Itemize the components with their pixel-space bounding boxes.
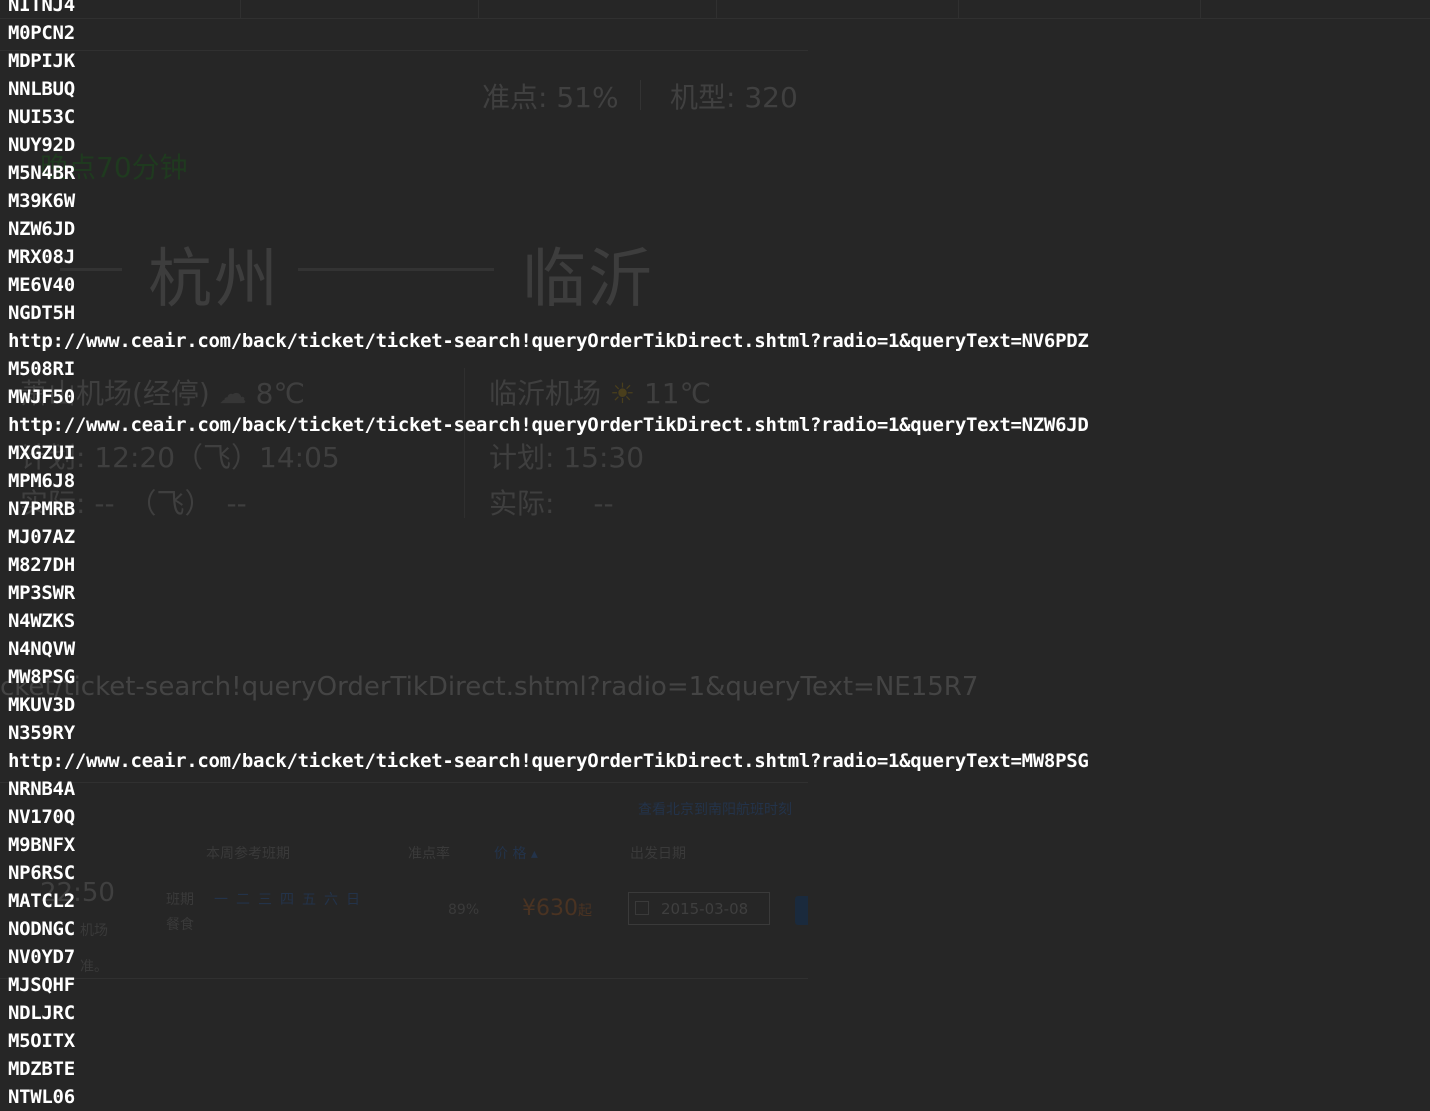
log-code-line: NUI53C: [8, 106, 75, 128]
log-code-line: MJSQHF: [8, 974, 75, 996]
log-code-line: MJ07AZ: [8, 526, 75, 548]
log-code-line: NRNB4A: [8, 778, 75, 800]
log-code-line: NV170Q: [8, 806, 75, 828]
log-code-line: NDLJRC: [8, 1002, 75, 1024]
log-code-line: MWJF50: [8, 386, 75, 408]
log-code-line: MKUV3D: [8, 694, 75, 716]
log-code-line: NODNGC: [8, 918, 75, 940]
log-code-line: NZW6JD: [8, 218, 75, 240]
log-url-line: http://www.ceair.com/back/ticket/ticket-…: [8, 750, 1089, 772]
log-code-line: M0PCN2: [8, 22, 75, 44]
log-code-line: M9BNFX: [8, 834, 75, 856]
log-code-line: MPM6J8: [8, 470, 75, 492]
log-code-line: MRX08J: [8, 246, 75, 268]
log-code-line: NV0YD7: [8, 946, 75, 968]
log-url-line: http://www.ceair.com/back/ticket/ticket-…: [8, 414, 1089, 436]
log-code-line: NGDT5H: [8, 302, 75, 324]
log-code-line: M5OITX: [8, 1030, 75, 1052]
log-code-line: MXGZUI: [8, 442, 75, 464]
log-code-line: NUY92D: [8, 134, 75, 156]
log-code-line: N4WZKS: [8, 610, 75, 632]
log-code-line: ME6V40: [8, 274, 75, 296]
log-code-line: N359RY: [8, 722, 75, 744]
log-url-line: http://www.ceair.com/back/ticket/ticket-…: [8, 330, 1089, 352]
log-code-line: M39K6W: [8, 190, 75, 212]
log-code-line: MP3SWR: [8, 582, 75, 604]
log-code-line: M508RI: [8, 358, 75, 380]
log-output-overlay: NITNJ4 M0PCN2 MDPIJK NNLBUQ NUI53C NUY92D M5N4…: [0, 0, 1430, 1108]
log-code-line: NP6RSC: [8, 862, 75, 884]
log-code-line: MDZBTE: [8, 1058, 75, 1080]
log-code-line: MW8PSG: [8, 666, 75, 688]
log-code-line: NITNJ4: [8, 0, 75, 16]
log-code-line: NNLBUQ: [8, 78, 75, 100]
log-code-line: NTWL06: [8, 1086, 75, 1108]
log-code-line: N4NQVW: [8, 638, 75, 660]
log-code-line: N7PMRB: [8, 498, 75, 520]
log-code-line: MDPIJK: [8, 50, 75, 72]
log-code-line: MATCL2: [8, 890, 75, 912]
log-code-line: M5N4BR: [8, 162, 75, 184]
log-code-line: M827DH: [8, 554, 75, 576]
